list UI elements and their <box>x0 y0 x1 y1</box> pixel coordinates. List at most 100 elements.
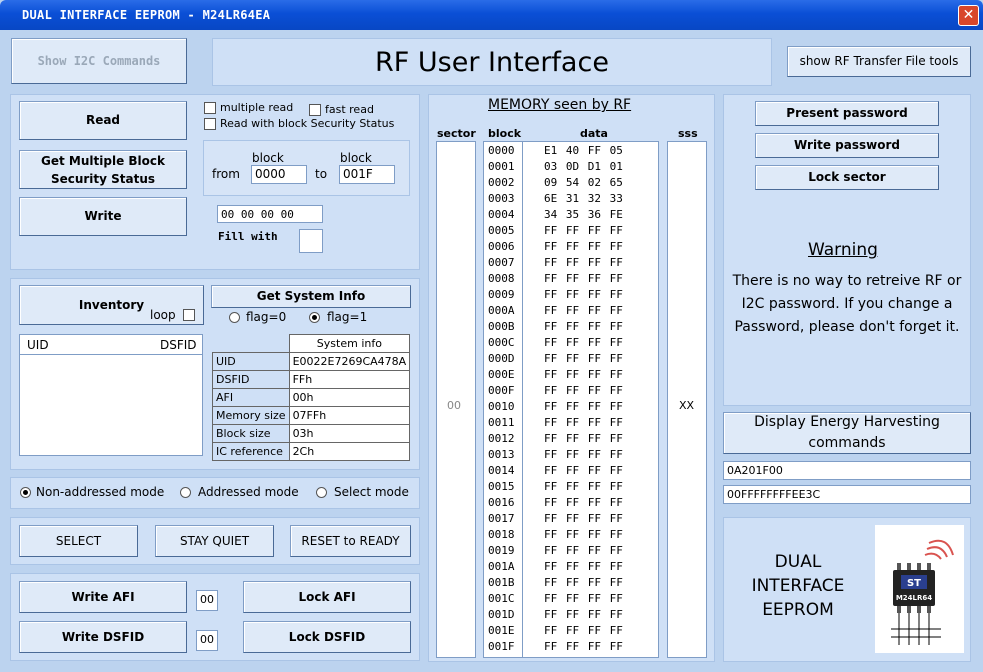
energy-button-line2: commands <box>808 435 886 451</box>
fill-with-label: Fill with <box>218 230 278 243</box>
to-block-input[interactable]: 001F <box>339 165 395 184</box>
from-block-input[interactable]: 0000 <box>251 165 307 184</box>
select-mode-label: Select mode <box>334 485 409 499</box>
block-address: 0016 <box>488 496 515 509</box>
block-data: 6E 31 32 33 <box>544 192 623 205</box>
block-data: FF FF FF FF <box>544 512 623 525</box>
write-button[interactable]: Write <box>19 197 187 236</box>
non-addressed-mode-label: Non-addressed mode <box>36 485 165 499</box>
block-address: 0003 <box>488 192 515 205</box>
lock-sector-button[interactable]: Lock sector <box>755 165 939 190</box>
close-icon[interactable]: ✕ <box>958 5 979 26</box>
loop-checkbox[interactable] <box>183 309 195 321</box>
block-data: FF FF FF FF <box>544 624 623 637</box>
lock-afi-button[interactable]: Lock AFI <box>243 581 411 613</box>
table-row: Memory size 07FFh <box>212 406 411 425</box>
present-password-button[interactable]: Present password <box>755 101 939 126</box>
stay-quiet-button[interactable]: STAY QUIET <box>155 525 274 557</box>
data-column-header: data <box>580 127 608 140</box>
block-data: FF FF FF FF <box>544 256 623 269</box>
block-data: FF FF FF FF <box>544 560 623 573</box>
energy-field-2[interactable]: 00FFFFFFFFEE3C <box>723 485 971 504</box>
write-afi-button[interactable]: Write AFI <box>19 581 187 613</box>
system-info-key: DSFID <box>212 370 290 389</box>
block-data: FF FF FF FF <box>544 608 623 621</box>
chip-label: M24LR64 <box>896 594 932 602</box>
block-data: FF FF FF FF <box>544 336 623 349</box>
multiple-read-checkbox[interactable] <box>204 102 216 114</box>
reset-to-ready-button[interactable]: RESET to READY <box>290 525 411 557</box>
system-info-value: E0022E7269CA478A <box>288 352 411 371</box>
get-system-info-button[interactable]: Get System Info <box>211 285 411 308</box>
block-address: 0000 <box>488 144 515 157</box>
window-title: DUAL INTERFACE EEPROM - M24LR64EA <box>22 8 271 22</box>
grid-divider <box>522 142 523 657</box>
addressed-mode-label: Addressed mode <box>198 485 299 499</box>
write-data-input[interactable]: 00 00 00 00 <box>217 205 323 223</box>
select-mode-radio[interactable] <box>316 487 327 498</box>
energy-field-1[interactable]: 0A201F00 <box>723 461 971 480</box>
show-i2c-commands-button[interactable]: Show I2C Commands <box>11 38 187 84</box>
system-info-value: 03h <box>288 424 411 443</box>
block-data: FF FF FF FF <box>544 640 623 653</box>
block-data: FF FF FF FF <box>544 224 623 237</box>
block-address: 0012 <box>488 432 515 445</box>
block-data: FF FF FF FF <box>544 432 623 445</box>
block-address: 001F <box>488 640 515 653</box>
lock-dsfid-button[interactable]: Lock DSFID <box>243 621 411 653</box>
non-addressed-mode-radio[interactable] <box>20 487 31 498</box>
table-row: UID E0022E7269CA478A <box>212 352 411 371</box>
block-data: FF FF FF FF <box>544 464 623 477</box>
system-info-key: Block size <box>212 424 290 443</box>
block-address: 0006 <box>488 240 515 253</box>
block-address: 0011 <box>488 416 515 429</box>
addressed-mode-radio[interactable] <box>180 487 191 498</box>
read-button[interactable]: Read <box>19 101 187 140</box>
title-panel: RF User Interface <box>212 38 772 86</box>
block-address: 0015 <box>488 480 515 493</box>
block-data: FF FF FF FF <box>544 384 623 397</box>
title-bar[interactable]: DUAL INTERFACE EEPROM - M24LR64EA ✕ <box>0 0 983 30</box>
display-energy-harvesting-button[interactable]: Display Energy Harvesting commands <box>723 412 971 454</box>
block-address: 000A <box>488 304 515 317</box>
sector-column[interactable]: 00 <box>436 141 476 658</box>
inventory-list[interactable]: UID DSFID <box>19 334 203 456</box>
system-info-table: System info UID E0022E7269CA478A DSFID FFh A… <box>212 334 411 461</box>
block-address: 0004 <box>488 208 515 221</box>
from-block-label: block <box>252 151 284 165</box>
block-data-grid[interactable]: 0000 E1 40 FF 05 0001 03 0D D1 01 0002 09 54 … <box>483 141 659 658</box>
block-address: 000E <box>488 368 515 381</box>
block-address: 000C <box>488 336 515 349</box>
block-address: 0002 <box>488 176 515 189</box>
sss-column-header: sss <box>678 127 698 140</box>
show-rf-transfer-button[interactable]: show RF Transfer File tools <box>787 46 971 77</box>
flag1-radio[interactable] <box>309 312 320 323</box>
get-multiple-block-security-button[interactable]: Get Multiple Block Security Status <box>19 150 187 189</box>
fast-read-checkbox[interactable] <box>309 104 321 116</box>
block-data: FF FF FF FF <box>544 416 623 429</box>
read-with-block-security-checkbox[interactable] <box>204 118 216 130</box>
block-address: 000F <box>488 384 515 397</box>
system-info-value: FFh <box>288 370 411 389</box>
afi-input[interactable]: 00 <box>196 590 218 611</box>
sss-column[interactable]: XX <box>667 141 707 658</box>
block-address: 0019 <box>488 544 515 557</box>
write-dsfid-button[interactable]: Write DSFID <box>19 621 187 653</box>
select-button[interactable]: SELECT <box>19 525 138 557</box>
chip-icon: ST M24LR64 <box>891 539 954 645</box>
app-window: DUAL INTERFACE EEPROM - M24LR64EA ✕ Show… <box>0 0 983 672</box>
dsfid-input[interactable]: 00 <box>196 630 218 651</box>
get-multiple-label-line2: Security Status <box>50 171 156 186</box>
loop-label: loop <box>150 308 176 322</box>
fill-with-input[interactable] <box>299 229 323 253</box>
warning-title: Warning <box>808 240 878 260</box>
get-multiple-label-line1: Get Multiple Block <box>41 153 165 168</box>
block-data: FF FF FF FF <box>544 240 623 253</box>
block-address: 0005 <box>488 224 515 237</box>
system-info-key: UID <box>212 352 290 371</box>
write-password-button[interactable]: Write password <box>755 133 939 158</box>
block-data: FF FF FF FF <box>544 400 623 413</box>
inventory-button[interactable]: Inventory <box>19 285 204 325</box>
flag0-radio[interactable] <box>229 312 240 323</box>
block-data: FF FF FF FF <box>544 320 623 333</box>
